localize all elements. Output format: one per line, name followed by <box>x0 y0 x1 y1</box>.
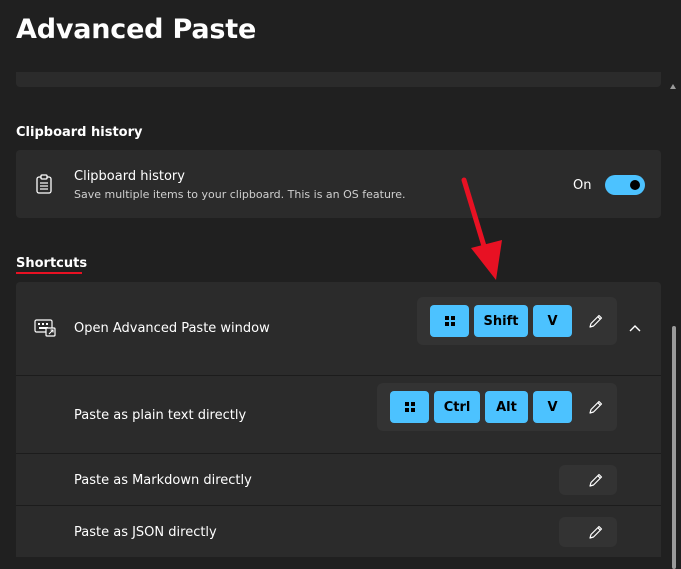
clipboard-history-card: Clipboard history Save multiple items to… <box>16 150 661 218</box>
toggle-knob <box>630 180 640 190</box>
clipboard-icon <box>36 174 52 194</box>
key-win <box>430 305 469 337</box>
shortcut-label: Open Advanced Paste window <box>74 321 270 336</box>
keyboard-shortcut-icon <box>34 319 56 337</box>
shortcut-label: Paste as JSON directly <box>74 525 217 540</box>
edit-shortcut-button[interactable] <box>585 310 607 332</box>
clipboard-history-description: Save multiple items to your clipboard. T… <box>74 188 406 201</box>
edit-shortcut-button[interactable] <box>559 517 617 547</box>
key-v: V <box>533 305 572 337</box>
shortcuts-section-heading: Shortcuts <box>16 256 88 271</box>
clipboard-history-section-heading: Clipboard history <box>16 125 143 140</box>
scroll-up-arrow[interactable] <box>670 84 676 89</box>
clipboard-history-toggle[interactable] <box>605 175 645 195</box>
shortcut-keys-box: Shift V <box>417 297 617 345</box>
clipboard-history-label: Clipboard history <box>74 169 185 184</box>
toggle-state-label: On <box>573 178 592 193</box>
edit-shortcut-button[interactable] <box>559 465 617 495</box>
shortcuts-heading-underline <box>16 272 82 274</box>
annotation-arrow <box>461 177 502 280</box>
key-ctrl: Ctrl <box>434 391 480 423</box>
shortcuts-card: Open Advanced Paste window Shift V Paste… <box>16 282 661 557</box>
shortcut-row-plain-text: Paste as plain text directly Ctrl Alt V <box>16 376 661 453</box>
shortcut-label: Paste as Markdown directly <box>74 473 252 488</box>
key-alt: Alt <box>485 391 528 423</box>
pencil-icon <box>589 314 603 328</box>
previous-card-remnant <box>16 72 661 87</box>
shortcut-row-json: Paste as JSON directly <box>16 506 661 557</box>
chevron-up-icon[interactable] <box>628 323 642 333</box>
shortcut-row-markdown: Paste as Markdown directly <box>16 454 661 505</box>
key-v: V <box>533 391 572 423</box>
advanced-paste-settings-page: Advanced Paste Clipboard history Clipboa… <box>0 0 681 569</box>
shortcut-row-open-window[interactable]: Open Advanced Paste window Shift V <box>16 282 661 375</box>
shortcut-keys-box: Ctrl Alt V <box>377 383 617 431</box>
pencil-icon <box>589 525 603 539</box>
page-title: Advanced Paste <box>16 14 257 45</box>
windows-logo-icon <box>404 402 415 412</box>
pencil-icon <box>589 473 603 487</box>
scrollbar-thumb[interactable] <box>672 326 676 569</box>
pencil-icon <box>589 400 603 414</box>
key-shift: Shift <box>474 305 528 337</box>
windows-logo-icon <box>444 316 455 326</box>
key-win <box>390 391 429 423</box>
shortcut-label: Paste as plain text directly <box>74 408 247 423</box>
edit-shortcut-button[interactable] <box>585 396 607 418</box>
